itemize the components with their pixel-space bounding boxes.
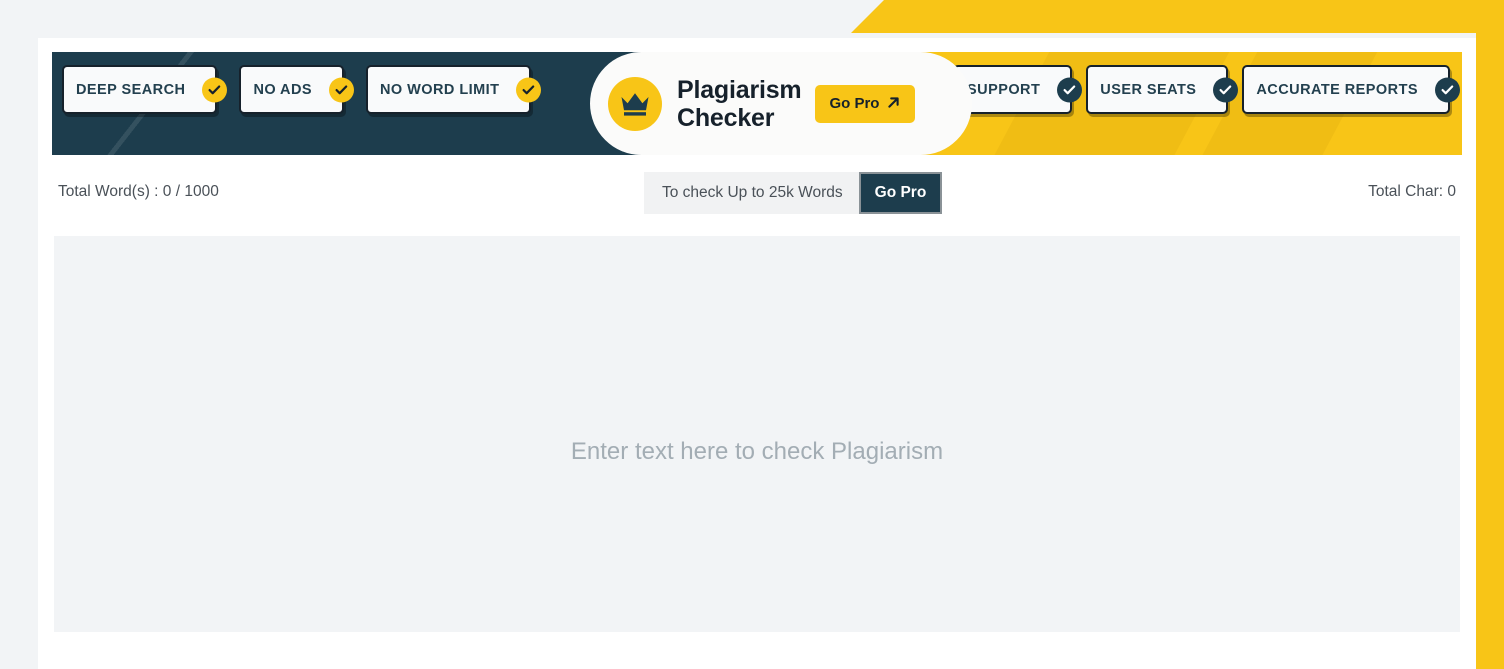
upsell-banner: To check Up to 25k Words Go Pro xyxy=(644,172,943,214)
badge-no-ads[interactable]: NO ADS xyxy=(239,65,354,114)
go-pro-header-label: Go Pro xyxy=(829,95,880,112)
check-circle-icon xyxy=(1057,77,1083,102)
go-pro-upsell-button[interactable]: Go Pro xyxy=(858,172,943,214)
upsell-text: To check Up to 25k Words xyxy=(662,184,843,201)
total-words-counter: Total Word(s) : 0 / 1000 xyxy=(58,183,219,200)
yellow-right-band xyxy=(1476,0,1504,669)
badge-deep-search[interactable]: DEEP SEARCH xyxy=(62,65,228,114)
badge-accurate-reports[interactable]: ACCURATE REPORTS xyxy=(1242,65,1460,114)
badge-label: SUPPORT xyxy=(967,81,1041,98)
badge-label: NO WORD LIMIT xyxy=(380,81,500,98)
arrow-up-right-icon xyxy=(886,95,901,113)
badge-no-word-limit[interactable]: NO WORD LIMIT xyxy=(366,65,542,114)
yellow-top-band xyxy=(851,0,1504,33)
brand-pill: Plagiarism Checker Go Pro xyxy=(590,52,972,155)
plagiarism-text-input[interactable] xyxy=(54,236,1460,632)
app-card: DEEP SEARCH NO ADS NO WORD LIMIT SUPPORT xyxy=(38,38,1476,669)
feature-badges-right: SUPPORT USER SEATS ACCURATE REPORTS xyxy=(953,38,1460,141)
feature-badges-left: DEEP SEARCH NO ADS NO WORD LIMIT xyxy=(62,38,542,141)
yellow-right-band-top xyxy=(1476,0,1504,33)
go-pro-header-button[interactable]: Go Pro xyxy=(815,84,916,123)
badge-label: USER SEATS xyxy=(1100,81,1197,98)
total-chars-counter: Total Char: 0 xyxy=(1368,183,1456,200)
badge-label: DEEP SEARCH xyxy=(76,81,186,98)
badge-label: ACCURATE REPORTS xyxy=(1256,81,1418,98)
check-circle-icon xyxy=(329,77,354,102)
page-title: Plagiarism Checker xyxy=(677,75,802,132)
check-circle-icon xyxy=(1435,77,1460,102)
check-circle-icon xyxy=(516,77,542,102)
check-circle-icon xyxy=(1213,77,1239,102)
check-circle-icon xyxy=(202,77,228,102)
badge-user-seats[interactable]: USER SEATS xyxy=(1086,65,1239,114)
crown-icon xyxy=(608,76,662,131)
badge-label: NO ADS xyxy=(253,81,312,98)
